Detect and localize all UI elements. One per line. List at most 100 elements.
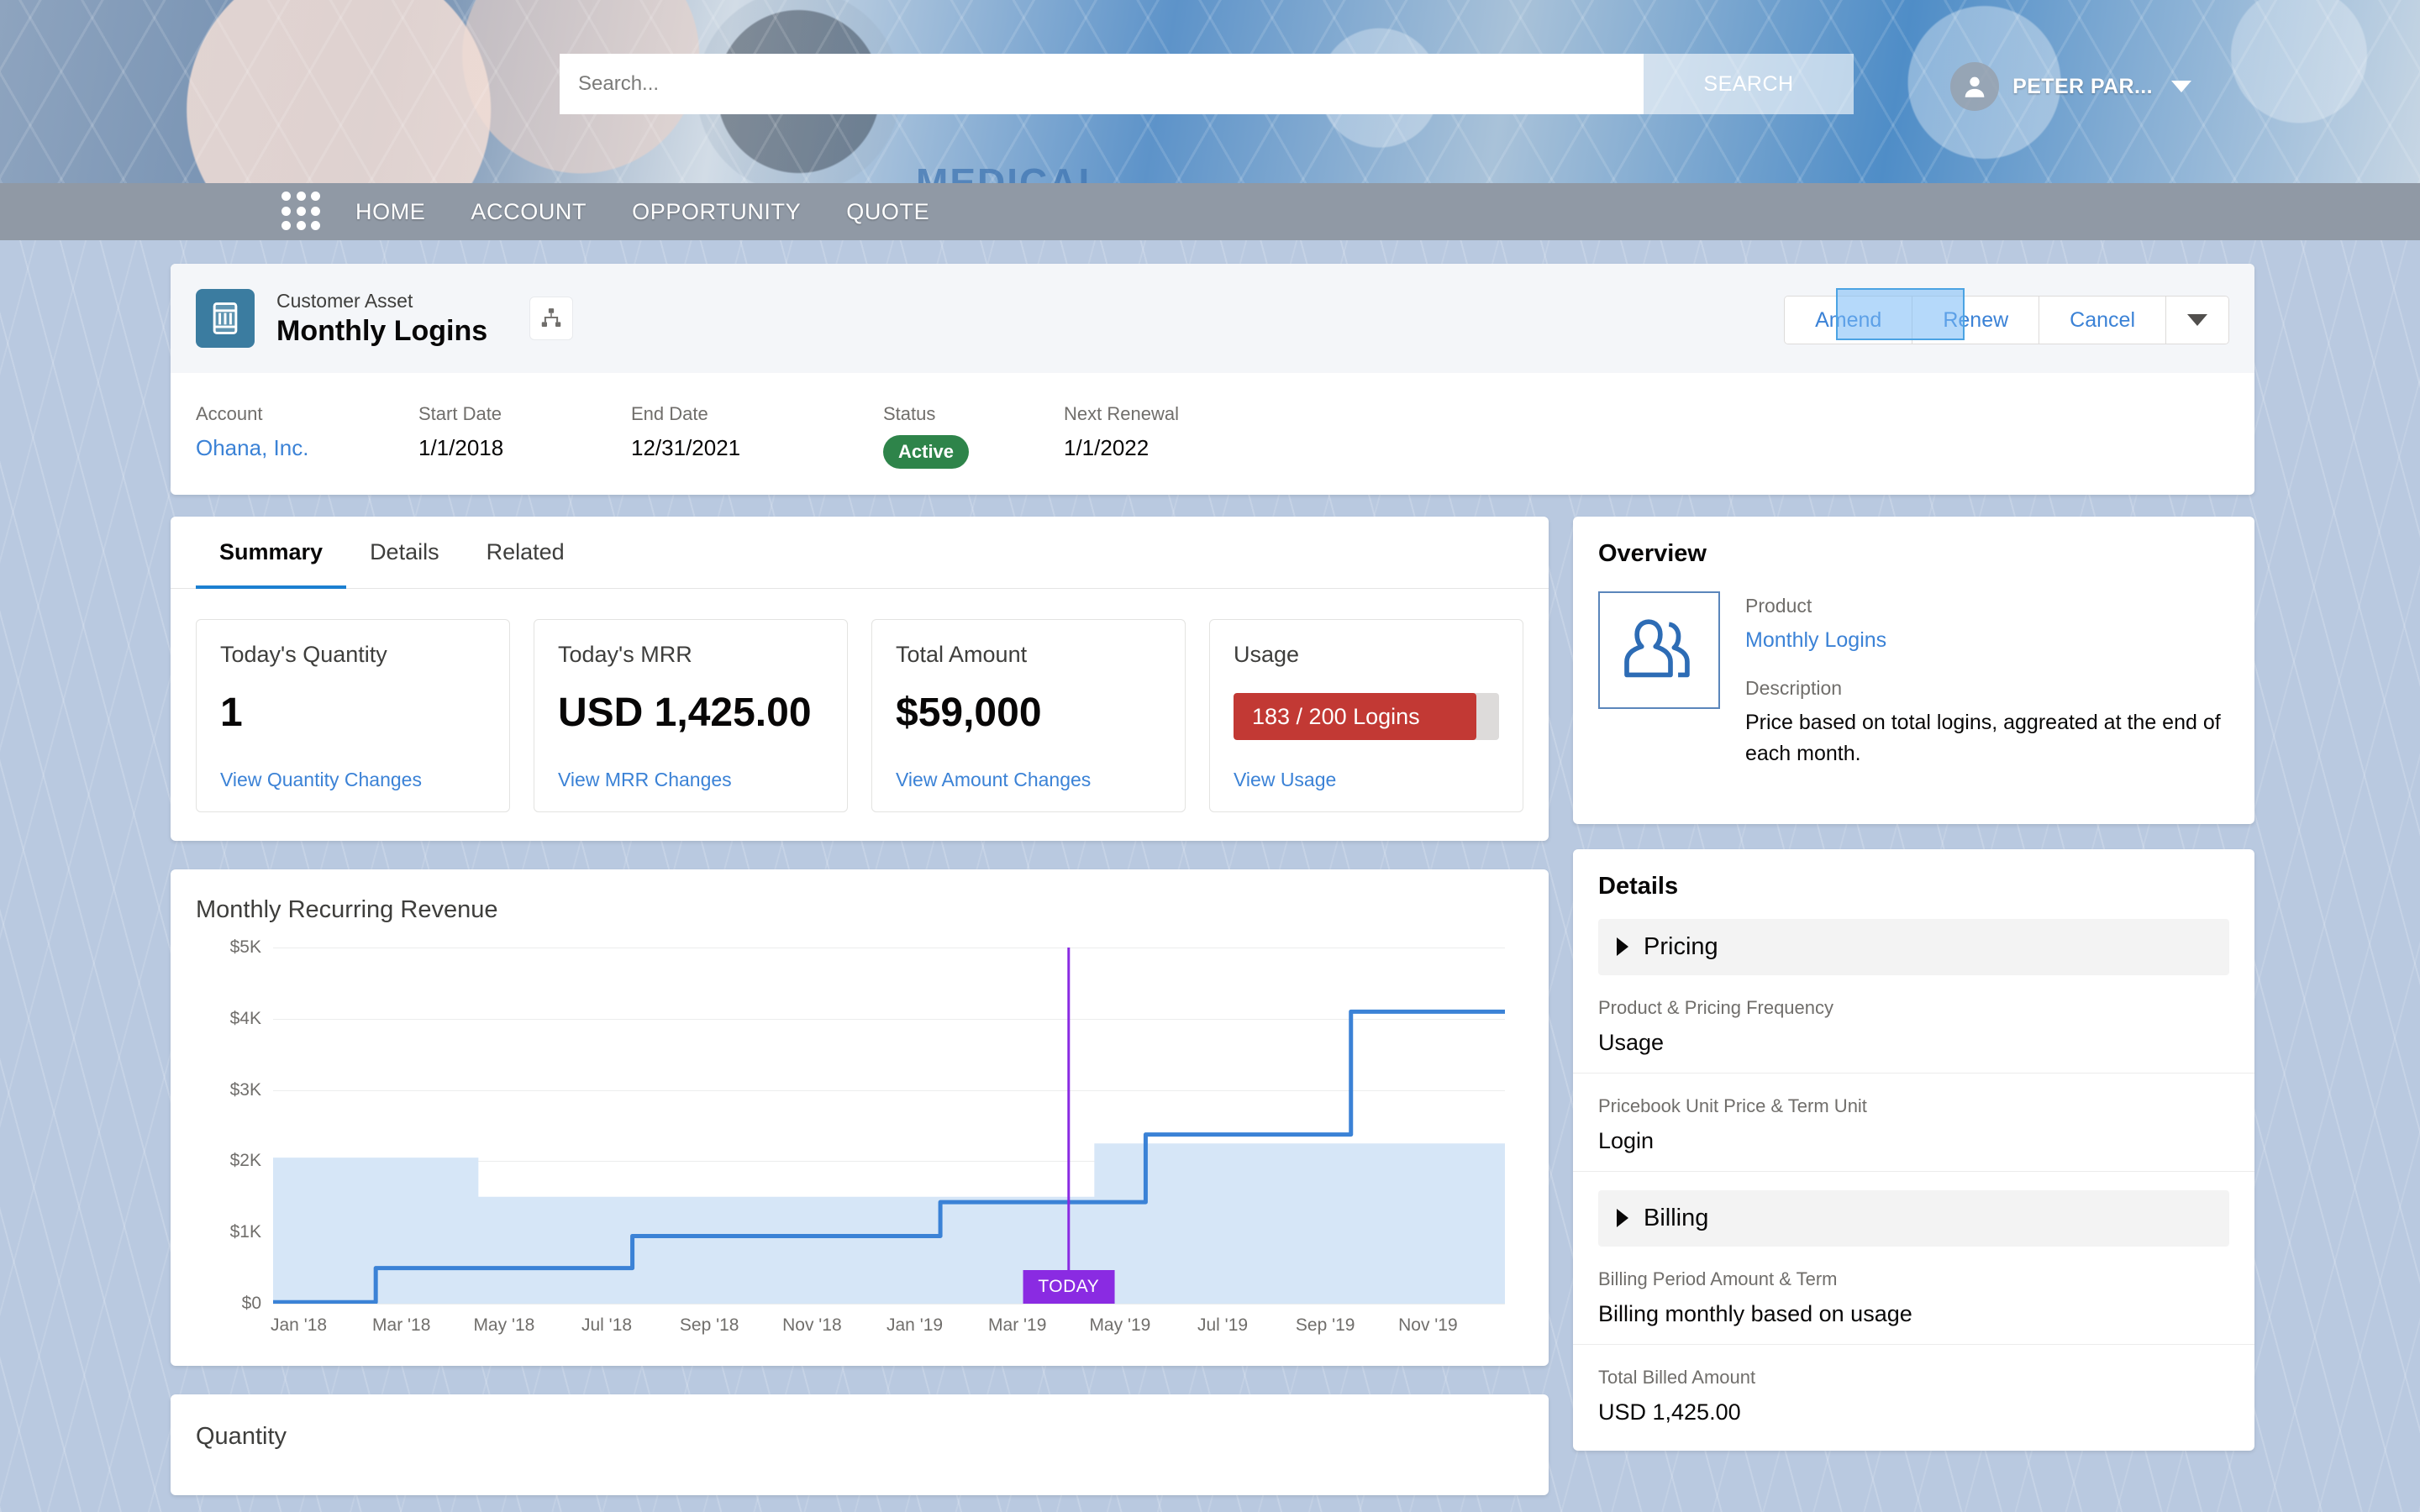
- banner-medical-text: MEDICAL: [916, 160, 1104, 183]
- view-mrr-changes-link[interactable]: View MRR Changes: [558, 769, 823, 791]
- chart-y-tick-label: $0: [241, 1294, 261, 1313]
- detail-field-product-pricing-frequency: Product & Pricing Frequency Usage: [1573, 975, 2254, 1074]
- mrr-chart-card: Monthly Recurring Revenue $0 $1K $2K $3K $4K…: [171, 869, 1549, 1366]
- chart-x-tick-label: Jan '18: [271, 1315, 328, 1335]
- chart-gridline: [273, 1304, 1505, 1305]
- nav-item-account[interactable]: ACCOUNT: [471, 199, 587, 225]
- user-name-label: PETER PAR...: [2012, 74, 2153, 98]
- overview-panel-title: Overview: [1598, 540, 1707, 567]
- view-amount-changes-link[interactable]: View Amount Changes: [896, 769, 1161, 791]
- chevron-down-icon[interactable]: [2171, 81, 2191, 92]
- kpi-value: 1: [220, 690, 243, 735]
- more-actions-button[interactable]: [2166, 297, 2228, 344]
- right-sidebar-column: Overview Product Monthly Logins Descript…: [1573, 517, 2254, 1451]
- kpi-label: Today's MRR: [558, 642, 692, 667]
- nav-item-quote[interactable]: QUOTE: [846, 199, 929, 225]
- tab-details[interactable]: Details: [346, 517, 463, 589]
- page-title: Monthly Logins: [276, 315, 488, 348]
- chart-x-tick-label: Mar '19: [988, 1315, 1047, 1335]
- tab-related[interactable]: Related: [463, 517, 588, 589]
- summary-tab-card: Summary Details Related Today's Quantity…: [171, 517, 1549, 841]
- user-menu[interactable]: PETER PAR...: [1950, 60, 2191, 113]
- tab-summary[interactable]: Summary: [196, 517, 347, 589]
- accordion-pricing[interactable]: Pricing: [1598, 918, 2229, 975]
- chart-forecast-band: [273, 1143, 1505, 1304]
- nav-links: HOME ACCOUNT OPPORTUNITY QUOTE: [355, 199, 929, 225]
- overview-description-value: Price based on total logins, aggreated a…: [1745, 711, 2221, 765]
- field-account-value[interactable]: Ohana, Inc.: [196, 435, 418, 461]
- main-content-column: Summary Details Related Today's Quantity…: [171, 517, 1549, 1495]
- detail-value: Login: [1598, 1127, 1655, 1153]
- renew-button[interactable]: Renew: [1912, 297, 2040, 344]
- overview-description-label: Description: [1745, 677, 1843, 700]
- accordion-billing-label: Billing: [1644, 1204, 1709, 1231]
- chart-title: Monthly Recurring Revenue: [196, 896, 498, 923]
- overview-fields: Product Monthly Logins Description Price…: [1745, 591, 2229, 790]
- details-panel-title: Details: [1598, 872, 1679, 900]
- kpi-usage: Usage 183 / 200 Logins View Usage: [1209, 619, 1523, 812]
- users-product-icon: [1598, 591, 1720, 709]
- field-next-renewal-value: 1/1/2022: [1064, 435, 1150, 460]
- chart-x-tick-label: Jan '19: [886, 1315, 944, 1335]
- detail-label: Pricebook Unit Price & Term Unit: [1598, 1095, 1867, 1116]
- chart-x-tick-label: May '18: [473, 1315, 535, 1335]
- chart-x-tick-label: Nov '19: [1398, 1315, 1458, 1335]
- usage-progress-fill: 183 / 200 Logins: [1234, 693, 1477, 740]
- usage-progress-bar: 183 / 200 Logins: [1234, 693, 1499, 740]
- nav-item-opportunity[interactable]: OPPORTUNITY: [632, 199, 801, 225]
- chart-x-tick-label: May '19: [1089, 1315, 1151, 1335]
- kpi-card-row: Today's Quantity 1 View Quantity Changes…: [171, 589, 1549, 812]
- field-start-date: Start Date 1/1/2018: [418, 403, 631, 469]
- chart-plot-area: [273, 948, 1505, 1305]
- detail-field-billing-period-amount: Billing Period Amount & Term Billing mon…: [1573, 1247, 2254, 1345]
- overview-body: Product Monthly Logins Description Price…: [1573, 568, 2254, 824]
- field-start-date-value: 1/1/2018: [418, 435, 504, 460]
- mrr-chart: $0 $1K $2K $3K $4K $5K Jan '18 Mar '18 May '18 J…: [196, 937, 1523, 1342]
- chart-x-tick-label: Sep '18: [679, 1315, 739, 1335]
- cancel-button[interactable]: Cancel: [2039, 297, 2166, 344]
- chart-x-tick-label: Jul '19: [1197, 1315, 1249, 1335]
- chart-x-tick-label: Jul '18: [581, 1315, 633, 1335]
- field-status-label: Status: [883, 403, 936, 424]
- chevron-down-icon: [2187, 314, 2207, 326]
- app-launcher-grid-icon[interactable]: [281, 192, 322, 232]
- record-action-buttons: Amend Renew Cancel: [1784, 296, 2229, 344]
- chart-svg: [273, 948, 1505, 1304]
- record-header-card: Customer Asset Monthly Logins Amend Rene…: [171, 264, 2254, 495]
- chart-y-axis: $0 $1K $2K $3K $4K $5K: [196, 937, 273, 1313]
- field-end-date: End Date 12/31/2021: [631, 403, 883, 469]
- hierarchy-icon[interactable]: [529, 297, 574, 340]
- customer-asset-icon: [196, 289, 255, 348]
- overview-product-value[interactable]: Monthly Logins: [1745, 625, 2229, 655]
- field-next-renewal: Next Renewal 1/1/2022: [1064, 403, 1179, 469]
- kpi-label: Total Amount: [896, 642, 1028, 667]
- kpi-label: Today's Quantity: [220, 642, 387, 667]
- record-tabs: Summary Details Related: [171, 517, 1549, 589]
- search-input[interactable]: [560, 54, 1644, 114]
- chart-x-tick-label: Mar '18: [372, 1315, 431, 1335]
- details-panel: Details Pricing Product & Pricing Freque…: [1573, 848, 2254, 1451]
- chevron-right-icon: [1617, 937, 1628, 957]
- chart-y-tick-label: $1K: [229, 1222, 261, 1242]
- detail-label: Billing Period Amount & Term: [1598, 1268, 1838, 1289]
- chart-x-tick-label: Sep '19: [1295, 1315, 1355, 1335]
- chart-y-tick-label: $5K: [229, 937, 261, 957]
- view-quantity-changes-link[interactable]: View Quantity Changes: [220, 769, 486, 791]
- detail-value: Usage: [1598, 1029, 1665, 1055]
- detail-value: USD 1,425.00: [1598, 1399, 1741, 1425]
- global-navigation-bar: HOME ACCOUNT OPPORTUNITY QUOTE: [0, 183, 2420, 240]
- detail-label: Total Billed Amount: [1598, 1366, 1756, 1388]
- search-button[interactable]: SEARCH: [1644, 54, 1854, 114]
- view-usage-link[interactable]: View Usage: [1234, 769, 1499, 791]
- accordion-pricing-label: Pricing: [1644, 932, 1718, 960]
- nav-item-home[interactable]: HOME: [355, 199, 425, 225]
- overview-panel: Overview Product Monthly Logins Descript…: [1573, 517, 2254, 824]
- detail-field-pricebook-unit-price: Pricebook Unit Price & Term Unit Login: [1573, 1074, 2254, 1172]
- field-next-renewal-label: Next Renewal: [1064, 403, 1179, 424]
- accordion-billing[interactable]: Billing: [1598, 1189, 2229, 1247]
- record-header-top: Customer Asset Monthly Logins Amend Rene…: [171, 264, 2254, 373]
- amend-button[interactable]: Amend: [1785, 297, 1913, 344]
- chart-today-marker: TODAY: [1023, 1270, 1115, 1304]
- record-title-block: Customer Asset Monthly Logins: [276, 288, 487, 349]
- chart-x-tick-label: Nov '18: [782, 1315, 842, 1335]
